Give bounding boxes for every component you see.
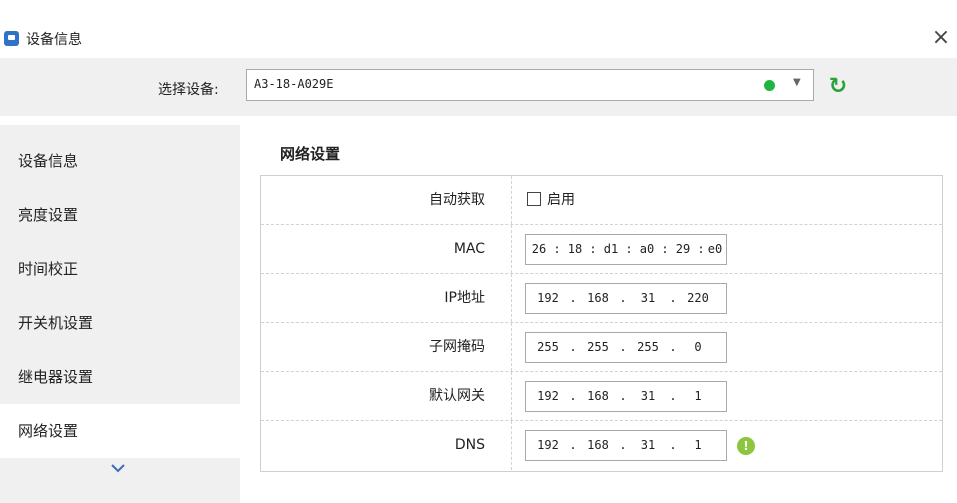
mac-segment: 26 [531,242,547,256]
mac-label: MAC [453,241,485,257]
ip-segment: 220 [687,291,709,305]
sidebar: 设备信息 亮度设置 时间校正 开关机设置 继电器设置 网络设置 [0,125,240,503]
network-settings-panel: 网络设置 自动获取 启用 MAC 26 : 18 : d1 : a0 : 29 … [240,116,957,503]
mask-segment: 255 [587,340,609,354]
sidebar-item-power-schedule[interactable]: 开关机设置 [0,296,240,350]
mac-segment: 18 [567,242,583,256]
dns-segment: 1 [694,438,702,452]
info-icon[interactable]: ! [737,437,755,455]
dns-label: DNS [454,437,485,453]
gateway-segment: 31 [640,389,656,403]
gateway-segment: 192 [537,389,559,403]
gateway-separator: . [619,389,627,403]
mask-separator: . [619,340,627,354]
form-row-auto: 自动获取 启用 [261,176,942,225]
sidebar-item-device-info[interactable]: 设备信息 [0,134,240,188]
form-row-gateway: 默认网关 192 . 168 . 31 . 1 [261,372,942,421]
ip-segment: 168 [587,291,609,305]
mac-segment: a0 [639,242,655,256]
ip-segment: 192 [537,291,559,305]
ip-address-field[interactable]: 192 . 168 . 31 . 220 [525,283,727,314]
dns-field[interactable]: 192 . 168 . 31 . 1 [525,430,727,461]
sidebar-item-relay[interactable]: 继电器设置 [0,350,240,404]
dns-segment: 31 [640,438,656,452]
ip-separator: . [619,291,627,305]
mask-segment: 255 [537,340,559,354]
mac-separator: : [625,242,633,256]
mac-separator: : [661,242,669,256]
network-settings-form: 自动获取 启用 MAC 26 : 18 : d1 : a0 : 29 : e0 [260,175,943,472]
sidebar-item-time[interactable]: 时间校正 [0,242,240,296]
refresh-icon[interactable]: ↻ [826,75,850,99]
ip-separator: . [569,291,577,305]
ip-label: IP地址 [444,290,485,306]
title-bar: 设备信息 × [0,0,957,58]
gateway-label: 默认网关 [429,388,485,404]
close-button[interactable]: × [930,27,952,49]
chevron-down-icon[interactable]: ▼ [793,77,801,88]
dns-separator: . [569,438,577,452]
form-row-ip: IP地址 192 . 168 . 31 . 220 [261,274,942,323]
chevron-down-icon[interactable] [108,458,128,478]
dns-segment: 192 [537,438,559,452]
ip-separator: . [669,291,677,305]
gateway-field[interactable]: 192 . 168 . 31 . 1 [525,381,727,412]
mac-segment: d1 [603,242,619,256]
window-title: 设备信息 [26,32,82,48]
mac-field[interactable]: 26 : 18 : d1 : a0 : 29 : e0 [525,234,727,265]
device-select-label: 选择设备: [158,82,219,98]
auto-obtain-checkbox-label[interactable]: 启用 [547,176,575,225]
mac-separator: : [553,242,561,256]
sidebar-item-brightness[interactable]: 亮度设置 [0,188,240,242]
ip-segment: 31 [640,291,656,305]
mask-segment: 0 [694,340,702,354]
form-row-mask: 子网掩码 255 . 255 . 255 . 0 [261,323,942,372]
mask-separator: . [669,340,677,354]
mask-separator: . [569,340,577,354]
app-icon [4,31,19,46]
auto-obtain-label: 自动获取 [429,192,485,208]
form-row-mac: MAC 26 : 18 : d1 : a0 : 29 : e0 [261,225,942,274]
dns-separator: . [669,438,677,452]
device-select-value: A3-18-A029E [254,77,334,91]
gateway-segment: 168 [587,389,609,403]
mac-segment: 29 [675,242,691,256]
device-select[interactable]: A3-18-A029E ▼ [246,69,814,101]
gateway-separator: . [669,389,677,403]
auto-obtain-checkbox[interactable] [527,192,541,206]
dns-segment: 168 [587,438,609,452]
sidebar-item-network[interactable]: 网络设置 [0,404,240,458]
dns-separator: . [619,438,627,452]
gateway-separator: . [569,389,577,403]
subnet-mask-field[interactable]: 255 . 255 . 255 . 0 [525,332,727,363]
device-selector-bar: 选择设备: A3-18-A029E ▼ ↻ [0,58,957,116]
section-title: 网络设置 [280,145,341,163]
form-row-dns: DNS 192 . 168 . 31 . 1 ! [261,421,942,470]
online-status-icon [764,80,775,91]
mac-segment: e0 [707,242,723,256]
gateway-segment: 1 [694,389,702,403]
mac-separator: : [589,242,597,256]
subnet-mask-label: 子网掩码 [429,339,485,355]
mask-segment: 255 [637,340,659,354]
